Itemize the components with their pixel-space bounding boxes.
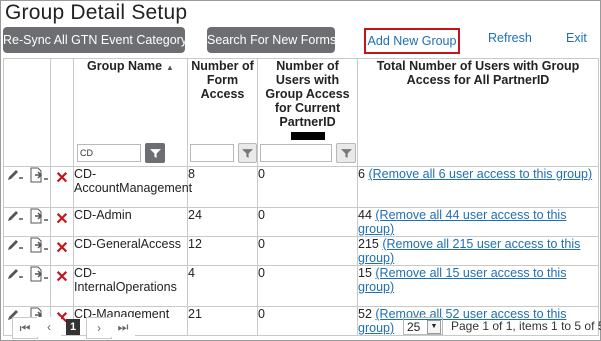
- header-group-name[interactable]: Group Name ▲: [73, 58, 188, 140]
- redaction-bar: [290, 132, 325, 140]
- total-users-cell: 44 (Remove all 44 user access to this gr…: [357, 207, 599, 237]
- header-actions: [3, 58, 51, 140]
- exit-link[interactable]: Exit: [566, 31, 587, 45]
- red-x-icon[interactable]: ✕: [55, 211, 68, 228]
- red-x-icon[interactable]: ✕: [55, 240, 68, 257]
- remove-access-link[interactable]: (Remove all 215 user access to this grou…: [358, 237, 580, 265]
- group-name-cell: CD- AccountManagement: [73, 166, 192, 208]
- form-access-filter-input[interactable]: [190, 144, 234, 162]
- form-access-cell: 4: [187, 265, 258, 307]
- form-access-cell: 24: [187, 207, 258, 237]
- pencil-icon[interactable]: [4, 237, 26, 253]
- current-page[interactable]: 1: [66, 319, 80, 335]
- group-name-filter-input[interactable]: [77, 144, 141, 162]
- funnel-icon[interactable]: [238, 143, 257, 163]
- pager: ⏮ ‹ 1 › ⏭ 25 ▼ Page 1 of 1, items 1 to 5 …: [3, 310, 601, 340]
- page-title: Group Detail Setup: [5, 1, 188, 24]
- total-users-cell: 215 (Remove all 215 user access to this …: [357, 236, 599, 266]
- resync-button[interactable]: Re-Sync All GTN Event Category: [3, 27, 187, 53]
- document-arrow-icon[interactable]: [28, 266, 50, 282]
- document-arrow-icon[interactable]: [28, 167, 50, 183]
- search-new-forms-button[interactable]: Search For New Forms: [207, 27, 336, 53]
- pencil-icon[interactable]: [4, 266, 26, 282]
- funnel-icon[interactable]: [145, 143, 165, 163]
- header-delete: [50, 58, 74, 140]
- dropdown-caret-icon: ▼: [427, 320, 441, 334]
- group-name-cell: CD- InternalOperations: [73, 265, 188, 307]
- users-partner-cell: 0: [257, 236, 358, 266]
- group-name-cell: CD-GeneralAccess: [73, 236, 188, 266]
- page-size-select[interactable]: 25 ▼: [403, 317, 443, 335]
- next-page-icon[interactable]: ›: [86, 317, 112, 339]
- pencil-icon[interactable]: [4, 208, 26, 224]
- pager-info: Page 1 of 1, items 1 to 5 of 5: [451, 319, 601, 333]
- refresh-link[interactable]: Refresh: [488, 31, 532, 45]
- group-name-cell: CD-Admin: [73, 207, 188, 237]
- sort-ascending-icon: ▲: [166, 63, 174, 72]
- total-users-cell: 15 (Remove all 15 user access to this gr…: [357, 265, 599, 307]
- users-partner-filter-input[interactable]: [260, 144, 332, 162]
- group-table: Group Name ▲ Number of Form Access Number…: [3, 58, 599, 336]
- red-x-icon[interactable]: ✕: [55, 269, 68, 286]
- header-total-users[interactable]: Total Number of Users with Group Access …: [357, 58, 599, 140]
- add-new-group-button[interactable]: Add New Group: [364, 28, 460, 54]
- first-page-icon[interactable]: ⏮: [12, 317, 38, 339]
- table-row: ✕ CD- InternalOperations 4 0 15 (Remove …: [3, 265, 599, 307]
- total-users-cell: 6 (Remove all 6 user access to this grou…: [357, 166, 599, 208]
- prev-page-icon[interactable]: ‹: [37, 317, 61, 337]
- last-page-icon[interactable]: ⏭: [111, 317, 135, 337]
- table-row: ✕ CD-Admin 24 0 44 (Remove all 44 user a…: [3, 207, 599, 237]
- remove-access-link[interactable]: (Remove all 44 user access to this group…: [358, 208, 566, 236]
- document-arrow-icon[interactable]: [28, 237, 50, 253]
- red-x-icon[interactable]: ✕: [55, 170, 68, 187]
- funnel-icon[interactable]: [336, 143, 356, 163]
- remove-access-link[interactable]: (Remove all 15 user access to this group…: [358, 266, 566, 294]
- remove-access-link[interactable]: (Remove all 6 user access to this group): [368, 167, 592, 181]
- users-partner-cell: 0: [257, 207, 358, 237]
- pencil-icon[interactable]: [4, 167, 26, 183]
- document-arrow-icon[interactable]: [28, 208, 50, 224]
- users-partner-cell: 0: [257, 166, 358, 208]
- users-partner-cell: 0: [257, 265, 358, 307]
- table-row: ✕ CD-GeneralAccess 12 0 215 (Remove all …: [3, 236, 599, 266]
- form-access-cell: 8: [187, 166, 258, 208]
- header-form-access[interactable]: Number of Form Access: [187, 58, 258, 140]
- form-access-cell: 12: [187, 236, 258, 266]
- table-row: ✕ CD- AccountManagement 8 0 6 (Remove al…: [3, 166, 599, 208]
- header-users-current-partner[interactable]: Number of Users with Group Access for Cu…: [257, 58, 358, 140]
